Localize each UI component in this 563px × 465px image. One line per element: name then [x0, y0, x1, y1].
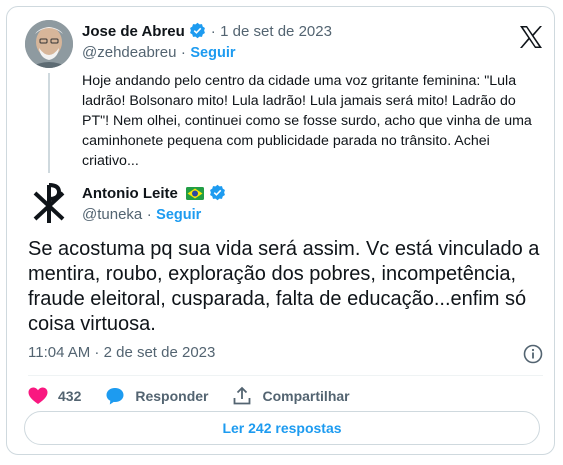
quoted-handle-separator: · — [180, 44, 186, 61]
avatar-jose-de-abreu[interactable] — [25, 20, 73, 68]
thread-line — [48, 73, 50, 173]
action-bar: 432 Responder Compartilhar — [28, 385, 374, 407]
reply-author-name[interactable]: Antonio Leite — [82, 185, 178, 202]
quoted-separator: · — [210, 23, 216, 40]
reply-follow-button[interactable]: Seguir — [156, 207, 201, 223]
quoted-date[interactable]: 1 de set de 2023 — [220, 23, 332, 40]
reply-timestamp[interactable]: 11:04 AM · 2 de set de 2023 — [28, 344, 215, 361]
quoted-tweet-text: Hoje andando pelo centro da cidade uma v… — [82, 73, 532, 169]
info-icon[interactable] — [523, 344, 543, 364]
heart-icon — [28, 387, 48, 404]
x-logo-icon[interactable] — [519, 26, 543, 48]
quoted-follow-button[interactable]: Seguir — [190, 45, 235, 61]
reply-tweet-text: Se acostuma pq sua vida será assim. Vc e… — [28, 238, 540, 335]
reply-handle-separator: · — [146, 206, 152, 223]
share-upload-icon — [234, 386, 251, 405]
speech-bubble-icon — [106, 388, 124, 405]
brazil-flag-icon — [186, 187, 205, 200]
verified-badge-icon — [190, 22, 206, 39]
quoted-header: Jose de Abreu · 1 de set de 2023 — [82, 22, 332, 41]
verified-badge-icon — [209, 184, 225, 201]
like-count: 432 — [58, 388, 82, 404]
quoted-author-name[interactable]: Jose de Abreu — [82, 23, 185, 40]
read-replies-label: Ler 242 respostas — [222, 420, 342, 436]
quoted-subheader: @zehdeabreu · Seguir — [82, 44, 236, 62]
like-button[interactable]: 432 — [28, 387, 81, 405]
reply-subheader: @tuneka · Seguir — [82, 206, 201, 224]
tweet-card: Jose de Abreu · 1 de set de 2023 @zehdea… — [6, 6, 555, 455]
quoted-handle[interactable]: @zehdeabreu — [82, 44, 176, 61]
reply-handle[interactable]: @tuneka — [82, 206, 142, 223]
reply-label: Responder — [135, 388, 209, 404]
share-button[interactable]: Compartilhar — [232, 386, 350, 406]
read-replies-button[interactable]: Ler 242 respostas — [24, 411, 540, 445]
reply-button[interactable]: Responder — [105, 386, 208, 406]
share-label: Compartilhar — [262, 388, 350, 404]
reply-header: Antonio Leite — [82, 184, 226, 203]
divider — [28, 375, 543, 376]
avatar-antonio-leite[interactable] — [25, 179, 73, 227]
